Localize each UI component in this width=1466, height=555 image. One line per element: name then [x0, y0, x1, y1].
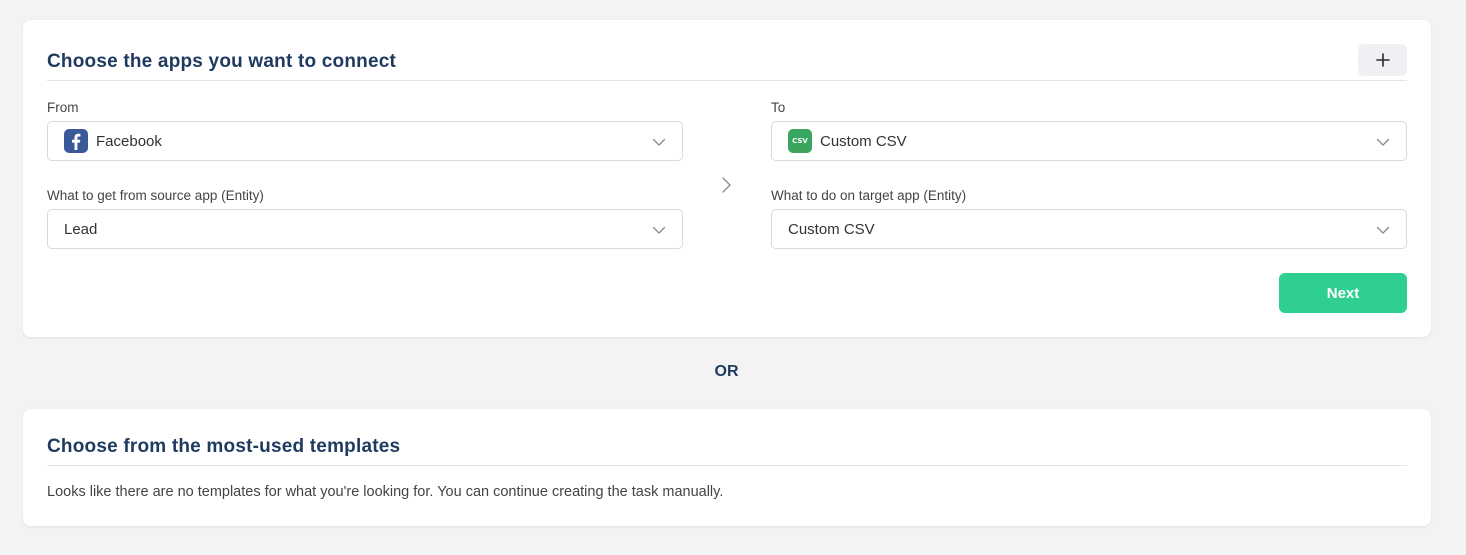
to-label: To — [771, 100, 786, 115]
chevron-down-icon — [1376, 138, 1390, 146]
next-button[interactable]: Next — [1279, 273, 1407, 313]
plus-icon — [1375, 53, 1390, 67]
chevron-down-icon — [1376, 226, 1390, 234]
csv-icon: CSV — [788, 129, 812, 153]
templates-card: Choose from the most-used templates Look… — [23, 409, 1431, 526]
target-entity-value: Custom CSV — [788, 220, 875, 238]
connect-apps-card: Choose the apps you want to connect From… — [23, 20, 1431, 337]
from-label: From — [47, 100, 79, 115]
target-app-select[interactable]: CSV Custom CSV — [771, 121, 1407, 161]
chevron-down-icon — [652, 138, 666, 146]
title-divider — [47, 80, 1407, 81]
source-entity-select[interactable]: Lead — [47, 209, 683, 249]
target-entity-select[interactable]: Custom CSV — [771, 209, 1407, 249]
target-app-value: Custom CSV — [820, 132, 907, 150]
source-app-value: Facebook — [96, 132, 162, 150]
chevron-down-icon — [652, 226, 666, 234]
templates-empty-message: Looks like there are no templates for wh… — [47, 484, 724, 500]
target-entity-label: What to do on target app (Entity) — [771, 188, 967, 203]
add-button[interactable] — [1358, 44, 1407, 76]
source-entity-value: Lead — [64, 220, 98, 238]
or-separator: OR — [714, 363, 739, 380]
connect-apps-title: Choose the apps you want to connect — [47, 51, 397, 72]
chevron-right-icon — [722, 177, 731, 193]
templates-divider — [47, 465, 1407, 466]
source-entity-label: What to get from source app (Entity) — [47, 188, 264, 203]
templates-title: Choose from the most-used templates — [47, 436, 401, 457]
source-app-select[interactable]: Facebook — [47, 121, 683, 161]
facebook-icon — [64, 129, 88, 153]
